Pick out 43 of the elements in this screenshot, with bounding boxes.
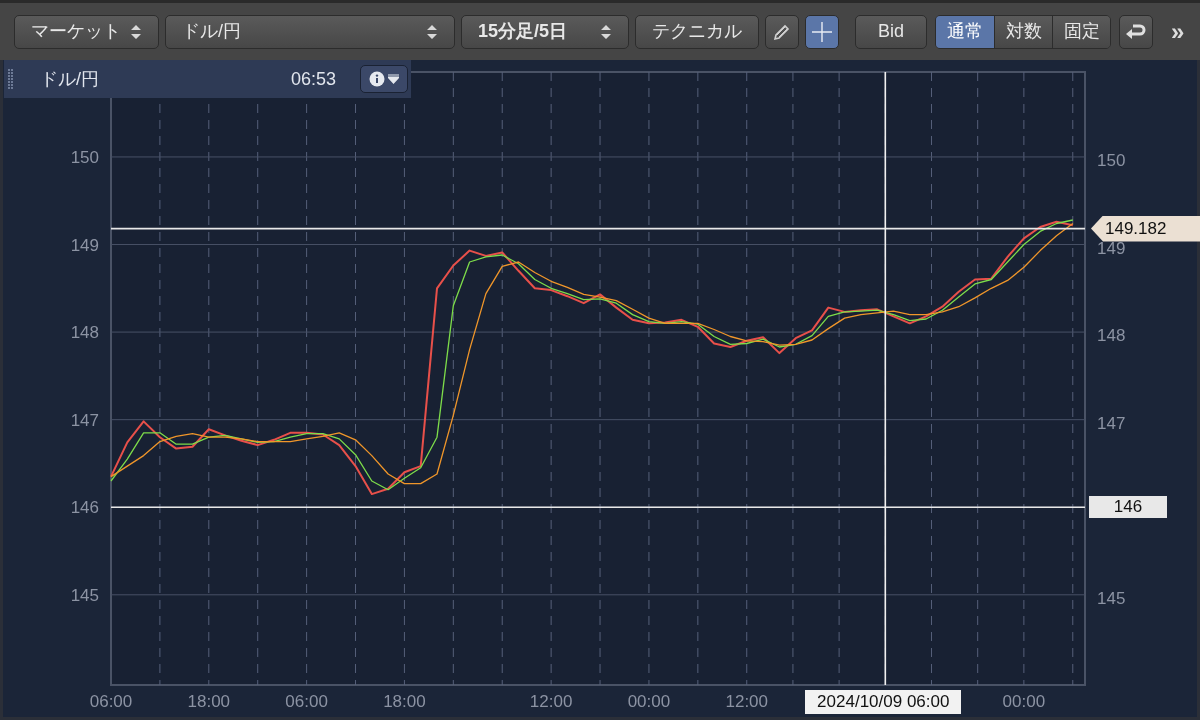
- drag-handle-icon[interactable]: [8, 68, 14, 90]
- crosshair-icon: [811, 20, 833, 43]
- undo-button[interactable]: [1119, 14, 1153, 49]
- tool-button[interactable]: [765, 14, 799, 49]
- technical-button[interactable]: テクニカル: [635, 14, 759, 49]
- crosshair-time-tag: 2024/10/09 06:00: [805, 690, 962, 714]
- x-axis-label: 12:00: [725, 692, 768, 711]
- y-axis-label: 150: [1097, 150, 1126, 170]
- price-tag: 149.182: [1091, 215, 1200, 242]
- more-button[interactable]: »: [1171, 13, 1185, 50]
- y-axis-label: 148: [70, 323, 99, 343]
- y-axis-label: 147: [70, 410, 99, 430]
- dropdown-select[interactable]: ドル/円: [165, 14, 455, 49]
- caret-icon: [388, 74, 399, 84]
- panel-title: ドル/円: [40, 67, 99, 91]
- select-arrows-icon: [600, 22, 612, 41]
- info-icon: [369, 71, 385, 87]
- x-axis-label: 06:00: [285, 692, 328, 711]
- x-axis-label: 12:00: [529, 692, 573, 711]
- x-axis-label: 00:00: [1002, 692, 1046, 711]
- dropdown-select[interactable]: マーケット: [14, 14, 159, 49]
- info-dropdown-button[interactable]: [360, 65, 408, 93]
- level-tag: 146: [1089, 496, 1167, 519]
- scale-mode-tab[interactable]: 対数: [994, 15, 1052, 48]
- scale-mode-tab[interactable]: 通常: [936, 15, 994, 48]
- x-axis-label: 18:00: [187, 692, 231, 711]
- x-axis-label: 00:00: [627, 692, 671, 711]
- y-axis-label: 149: [70, 235, 99, 255]
- y-axis-label: 145: [70, 585, 99, 605]
- dropdown-select[interactable]: 15分足/5日: [461, 14, 629, 49]
- panel-time: 06:53: [290, 67, 336, 91]
- x-axis-label: 06:00: [89, 692, 133, 711]
- scale-mode-tab[interactable]: 固定: [1052, 15, 1110, 48]
- y-axis-label: 147: [1097, 413, 1126, 433]
- y-axis-label: 148: [1097, 326, 1126, 346]
- select-arrows-icon: [130, 22, 142, 41]
- select-arrows-icon: [426, 22, 438, 41]
- x-axis-label: 18:00: [383, 692, 426, 711]
- y-axis-label: 145: [1097, 588, 1126, 608]
- y-axis-label: 150: [70, 147, 99, 167]
- bid-button[interactable]: Bid: [855, 14, 927, 49]
- y-axis-label: 146: [70, 498, 99, 518]
- tool-button[interactable]: [805, 14, 839, 49]
